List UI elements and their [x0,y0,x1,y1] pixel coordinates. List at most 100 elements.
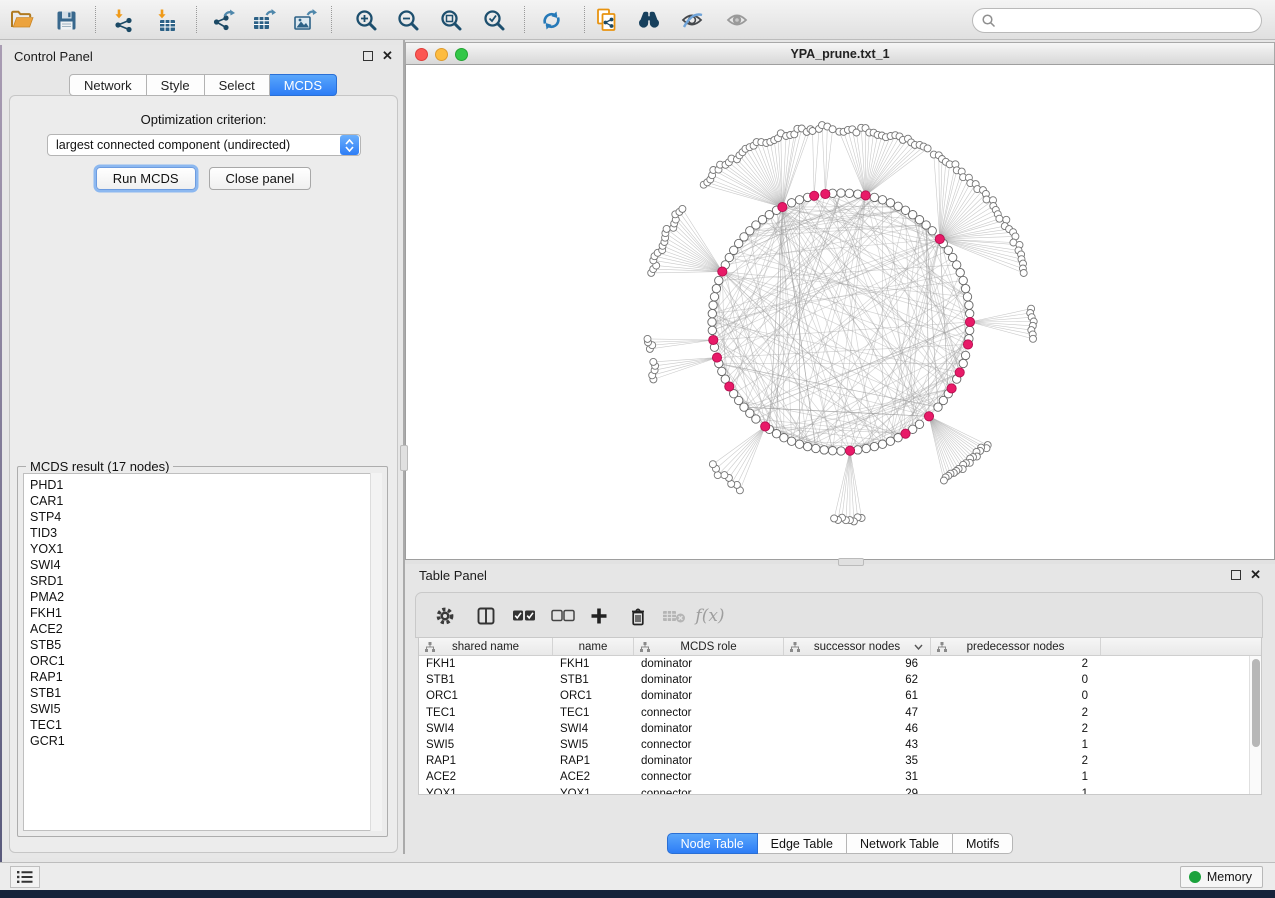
cell-shared_name[interactable]: STB1 [419,672,553,688]
run-mcds-button[interactable]: Run MCDS [96,167,196,190]
import-network-button[interactable] [105,3,141,37]
cell-successor_nodes[interactable]: 61 [784,688,931,704]
search-field[interactable] [972,8,1262,33]
close-panel-button[interactable]: Close panel [209,167,312,190]
cell-predecessor_nodes[interactable]: 1 [931,786,1101,796]
cell-mcds_role[interactable]: dominator [634,688,784,704]
cell-predecessor_nodes[interactable]: 0 [931,672,1101,688]
cell-successor_nodes[interactable]: 96 [784,656,931,672]
column-header-name[interactable]: name [553,638,634,655]
export-network-button[interactable] [205,3,241,37]
column-header-shared-name[interactable]: shared name [419,638,553,655]
mcds-result-list[interactable]: PHD1CAR1STP4TID3YOX1SWI4SRD1PMA2FKH1ACE2… [23,473,382,831]
network-canvas[interactable] [405,65,1275,560]
table-row[interactable]: SWI4SWI4dominator462 [419,721,1249,737]
column-header-predecessor-nodes[interactable]: predecessor nodes [931,638,1101,655]
cell-predecessor_nodes[interactable]: 2 [931,705,1101,721]
mcds-result-item[interactable]: ACE2 [30,621,381,637]
cell-mcds_role[interactable]: dominator [634,656,784,672]
mcds-result-item[interactable]: SRD1 [30,573,381,589]
cell-successor_nodes[interactable]: 46 [784,721,931,737]
cell-name[interactable]: STB1 [553,672,634,688]
add-column-button[interactable] [583,601,615,631]
table-settings-button[interactable] [429,601,461,631]
column-header-mcds-role[interactable]: MCDS role [634,638,784,655]
cell-mcds_role[interactable]: dominator [634,753,784,769]
mcds-result-item[interactable]: STP4 [30,509,381,525]
cell-successor_nodes[interactable]: 29 [784,786,931,796]
cell-mcds_role[interactable]: connector [634,769,784,785]
network-graph[interactable] [406,65,1274,559]
mcds-result-item[interactable]: TID3 [30,525,381,541]
import-table-button[interactable] [148,3,184,37]
zoom-out-button[interactable] [390,3,426,37]
table-row[interactable]: RAP1RAP1dominator352 [419,753,1249,769]
table-row[interactable]: YOX1YOX1connector291 [419,786,1249,796]
function-builder-button[interactable]: f(x) [694,601,726,631]
mcds-result-item[interactable]: ORC1 [30,653,381,669]
mcds-result-item[interactable]: PHD1 [30,477,381,493]
cell-predecessor_nodes[interactable]: 2 [931,753,1101,769]
cell-mcds_role[interactable]: connector [634,737,784,753]
cell-shared_name[interactable]: SWI4 [419,721,553,737]
cell-mcds_role[interactable]: connector [634,786,784,796]
zoom-selected-button[interactable] [476,3,512,37]
mcds-result-item[interactable]: SWI5 [30,701,381,717]
cell-shared_name[interactable]: FKH1 [419,656,553,672]
delete-column-button[interactable] [622,601,654,631]
float-table-panel-icon[interactable] [1231,570,1241,580]
mcds-list-scrollbar[interactable] [370,473,382,831]
export-table-button[interactable] [245,3,281,37]
cell-predecessor_nodes[interactable]: 2 [931,656,1101,672]
cell-successor_nodes[interactable]: 35 [784,753,931,769]
cell-name[interactable]: ACE2 [553,769,634,785]
horizontal-splitter-handle[interactable] [838,558,864,566]
cell-name[interactable]: ORC1 [553,688,634,704]
cell-predecessor_nodes[interactable]: 1 [931,737,1101,753]
mcds-result-item[interactable]: RAP1 [30,669,381,685]
table-scrollbar-thumb[interactable] [1252,659,1260,747]
new-network-from-selection-button[interactable] [589,3,625,37]
mcds-result-item[interactable]: TEC1 [30,717,381,733]
task-history-button[interactable] [10,866,40,888]
cell-name[interactable]: TEC1 [553,705,634,721]
tab-network[interactable]: Network [69,74,147,96]
cell-shared_name[interactable]: SWI5 [419,737,553,753]
table-row[interactable]: FKH1FKH1dominator962 [419,656,1249,672]
cell-predecessor_nodes[interactable]: 2 [931,721,1101,737]
cell-shared_name[interactable]: YOX1 [419,786,553,796]
export-image-button[interactable] [286,3,322,37]
mcds-result-item[interactable]: SWI4 [30,557,381,573]
table-scrollbar[interactable] [1249,656,1261,794]
cell-name[interactable]: RAP1 [553,753,634,769]
cell-name[interactable]: SWI5 [553,737,634,753]
criterion-dropdown[interactable]: largest connected component (undirected) [47,134,361,156]
select-all-button[interactable] [508,601,540,631]
zoom-fit-button[interactable] [433,3,469,37]
table-row[interactable]: TEC1TEC1connector472 [419,705,1249,721]
save-session-button[interactable] [48,3,84,37]
mcds-result-item[interactable]: FKH1 [30,605,381,621]
cell-shared_name[interactable]: RAP1 [419,753,553,769]
mcds-result-item[interactable]: STB1 [30,685,381,701]
show-all-button[interactable] [719,3,755,37]
hide-selected-button[interactable] [674,3,710,37]
table-row[interactable]: ACE2ACE2connector311 [419,769,1249,785]
cell-successor_nodes[interactable]: 43 [784,737,931,753]
mcds-result-item[interactable]: CAR1 [30,493,381,509]
close-panel-icon[interactable]: ✕ [382,48,393,64]
zoom-in-button[interactable] [348,3,384,37]
table-row[interactable]: ORC1ORC1dominator610 [419,688,1249,704]
cell-successor_nodes[interactable]: 62 [784,672,931,688]
deselect-all-button[interactable] [547,601,579,631]
apply-layout-button[interactable] [533,3,569,37]
cell-shared_name[interactable]: ACE2 [419,769,553,785]
tab-edge-table[interactable]: Edge Table [758,833,847,854]
cell-name[interactable]: YOX1 [553,786,634,796]
cell-name[interactable]: SWI4 [553,721,634,737]
column-header-successor-nodes[interactable]: successor nodes [784,638,931,655]
cell-predecessor_nodes[interactable]: 0 [931,688,1101,704]
tab-mcds[interactable]: MCDS [270,74,337,96]
table-row[interactable]: STB1STB1dominator620 [419,672,1249,688]
vertical-splitter[interactable] [403,40,405,854]
